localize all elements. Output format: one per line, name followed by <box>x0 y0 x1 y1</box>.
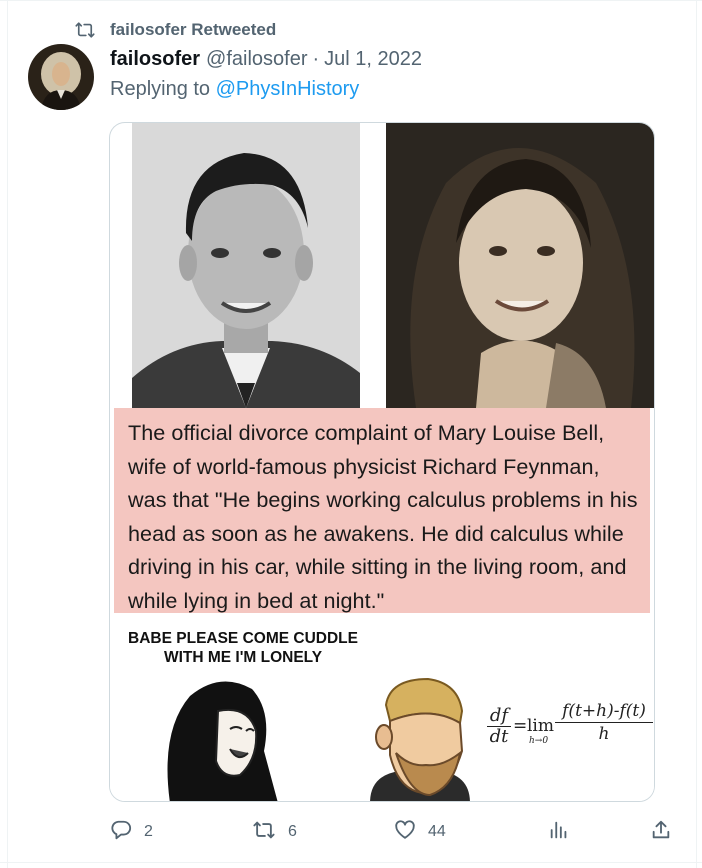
retweet-button[interactable]: 6 <box>252 812 297 852</box>
timeline-border-left <box>7 0 8 868</box>
caption-text: The official divorce complaint of Mary L… <box>128 420 638 613</box>
formula-lhs-den: dt <box>489 726 509 747</box>
reply-mention-link[interactable]: @PhysInHistory <box>216 78 360 100</box>
avatar[interactable] <box>28 44 94 110</box>
replying-to-label: Replying to <box>110 78 211 100</box>
formula-equals: = <box>513 716 528 736</box>
retweet-icon <box>252 819 276 846</box>
derivative-formula: df dt = lim h→0 f(t+h)-f(t) h <box>487 701 653 777</box>
tweet-media[interactable]: The official divorce complaint of Mary L… <box>109 122 655 802</box>
share-icon <box>650 819 672 846</box>
formula-lhs: df dt <box>487 707 511 746</box>
top-divider <box>0 0 702 1</box>
retweet-count: 6 <box>288 823 297 840</box>
views-button[interactable] <box>548 812 570 852</box>
retweet-banner-text: failosofer Retweeted <box>110 20 277 39</box>
bar-chart-icon <box>548 819 570 846</box>
tweet-date[interactable]: Jul 1, 2022 <box>324 48 422 71</box>
like-count: 44 <box>428 823 446 840</box>
reply-count: 2 <box>144 823 153 840</box>
reply-icon <box>110 819 132 846</box>
meme-crying-girl <box>160 671 290 801</box>
reply-button[interactable]: 2 <box>110 812 153 852</box>
formula-lhs-num: df <box>489 705 509 726</box>
caption-box: The official divorce complaint of Mary L… <box>114 408 650 613</box>
photo-feynman <box>132 123 360 408</box>
author-handle[interactable]: @failosofer <box>206 48 307 71</box>
formula-rhs-num: f(t+h)-f(t) <box>562 701 646 721</box>
replying-to: Replying to @PhysInHistory <box>110 78 359 101</box>
bottom-divider <box>0 862 702 863</box>
retweet-banner[interactable]: failosofer Retweeted <box>74 18 276 42</box>
meme-panel: BABE PLEASE COME CUDDLE WITH ME I'M LONE… <box>110 613 654 801</box>
meme-title: BABE PLEASE COME CUDDLE WITH ME I'M LONE… <box>118 629 368 667</box>
heart-icon <box>394 819 416 846</box>
formula-rhs-den: h <box>598 724 610 744</box>
share-button[interactable] <box>650 812 672 852</box>
meme-bearded-man <box>350 675 490 801</box>
author-name[interactable]: failosofer <box>110 48 200 71</box>
like-button[interactable]: 44 <box>394 812 446 852</box>
timeline-border-right <box>696 0 697 868</box>
tweet-header: failosofer @failosofer · Jul 1, 2022 <box>110 48 422 74</box>
separator-dot: · <box>312 48 320 70</box>
formula-lim-sub: h→0 <box>529 736 549 746</box>
meme-title-line-2: WITH ME I'M LONELY <box>163 649 323 666</box>
retweet-icon <box>74 19 96 41</box>
photo-mary-louise-bell <box>386 123 654 408</box>
formula-rhs: f(t+h)-f(t) h <box>555 701 653 744</box>
tweet-action-bar: 2 6 44 <box>0 812 702 852</box>
meme-title-line-1: BABE PLEASE COME CUDDLE <box>128 630 358 647</box>
formula-lim: lim <box>527 716 554 736</box>
